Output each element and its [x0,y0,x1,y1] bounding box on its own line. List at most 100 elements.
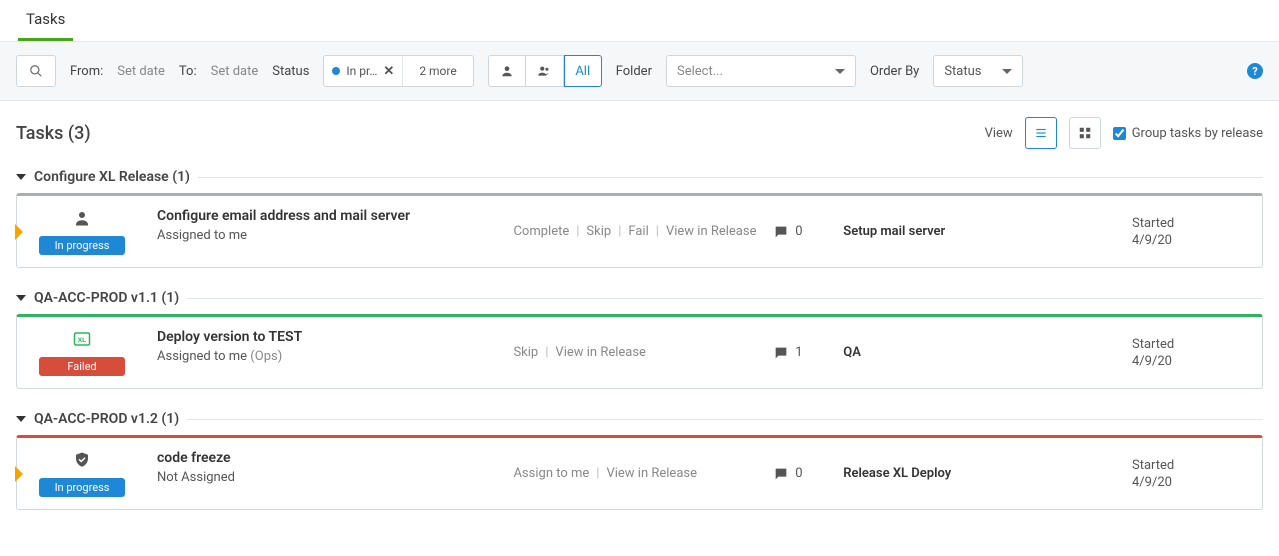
group-by-release-input[interactable] [1113,127,1126,140]
people-icon [536,64,552,78]
orderby-select[interactable]: Status [933,55,1023,87]
task-card[interactable]: In progresscode freezeNot AssignedAssign… [16,435,1263,510]
remove-chip-icon[interactable]: ✕ [383,64,394,79]
status-chip-text: In pr… [346,64,377,78]
person-icon [500,64,514,78]
status-column: XL Failed [17,317,147,388]
task-group: Configure XL Release (1)In progressConfi… [16,169,1263,268]
comments-column[interactable]: 0 [773,196,843,267]
task-title[interactable]: Configure email address and mail server [157,208,503,224]
comment-icon [773,224,789,240]
filter-bar: From: Set date To: Set date Status In pr… [0,42,1279,101]
status-more-chip[interactable]: 2 more [403,64,472,78]
orderby-label: Order By [870,64,919,79]
status-column: In progress [17,196,147,267]
action-fail[interactable]: Fail [628,224,648,239]
comments-column[interactable]: 0 [773,438,843,509]
group-title: Configure XL Release (1) [34,169,190,185]
heading-row: Tasks (3) View Group tasks by release [16,117,1263,149]
divider [198,177,1263,178]
task-card[interactable]: XL Failed Deploy version to TEST Assigned t… [16,314,1263,389]
caret-down-icon [835,69,845,74]
caret-down-icon [1002,69,1012,74]
date-label: Started [1132,337,1262,352]
status-chip-in-progress[interactable]: In pr… ✕ [324,56,403,86]
task-type-icon: XL [72,329,92,349]
from-date-input[interactable]: Set date [117,64,165,79]
view-label: View [985,126,1013,141]
actions-column: Complete|Skip|Fail|View in Release [513,196,773,267]
assigned-text: Assigned to me [157,228,503,243]
assigned-text: Assigned to me (Ops) [157,349,503,364]
action-complete[interactable]: Complete [513,224,569,239]
task-group: QA-ACC-PROD v1.1 (1) XL Failed Deploy versi… [16,290,1263,389]
group-header[interactable]: Configure XL Release (1) [16,169,1263,185]
group-header[interactable]: QA-ACC-PROD v1.2 (1) [16,411,1263,427]
comment-icon [773,466,789,482]
task-group: QA-ACC-PROD v1.2 (1) In progress code free… [16,411,1263,510]
folder-select[interactable]: Select... [666,55,856,87]
list-icon [1034,126,1048,140]
date-label: Started [1132,216,1262,231]
date-value: 4/9/20 [1132,354,1262,369]
tab-tasks[interactable]: Tasks [18,0,73,41]
comment-count: 0 [795,224,802,239]
action-skip[interactable]: Skip [586,224,611,239]
view-list-button[interactable] [1025,117,1057,149]
folder-placeholder: Select... [677,64,723,79]
assignee-all-button[interactable]: All [564,55,602,87]
task-main-column: Configure email address and mail server A… [147,196,513,267]
task-title[interactable]: Deploy version to TEST [157,329,503,345]
date-column: Started4/9/20 [1132,196,1262,267]
action-view-in-release[interactable]: View in Release [666,224,757,239]
assignee-team-button[interactable] [526,55,564,87]
search-icon [29,64,43,78]
assignee-filter-group: All [488,55,602,87]
search-button[interactable] [16,55,56,87]
grid-icon [1078,126,1092,140]
assignee-me-button[interactable] [488,55,526,87]
separator: | [576,224,579,239]
separator: | [596,466,599,481]
task-card[interactable]: In progressConfigure email address and m… [16,193,1263,268]
group-title: QA-ACC-PROD v1.1 (1) [34,290,179,306]
action-assign-to-me[interactable]: Assign to me [513,466,589,481]
comments-column[interactable]: 1 [773,317,843,388]
collapse-caret-icon[interactable] [16,295,26,301]
date-column: Started4/9/20 [1132,438,1262,509]
help-button[interactable]: ? [1247,63,1263,79]
action-skip[interactable]: Skip [513,345,538,360]
flag-icon [15,466,23,482]
task-title[interactable]: code freeze [157,450,503,466]
status-badge: Failed [39,357,125,376]
group-header[interactable]: QA-ACC-PROD v1.1 (1) [16,290,1263,306]
content-area: Tasks (3) View Group tasks by release Co… [0,101,1279,556]
date-column: Started 4/9/20 [1132,317,1262,388]
view-controls: View Group tasks by release [985,117,1263,149]
status-filter-box[interactable]: In pr… ✕ 2 more [323,55,473,87]
separator: | [656,224,659,239]
collapse-caret-icon[interactable] [16,174,26,180]
group-title: QA-ACC-PROD v1.2 (1) [34,411,179,427]
action-view-in-release[interactable]: View in Release [555,345,646,360]
view-grid-button[interactable] [1069,117,1101,149]
page-title: Tasks (3) [16,123,91,144]
task-type-icon [72,450,92,470]
to-date-input[interactable]: Set date [211,64,259,79]
action-view-in-release[interactable]: View in Release [606,466,697,481]
comment-icon [773,345,789,361]
group-by-release-checkbox[interactable]: Group tasks by release [1113,126,1263,141]
actions-column: Skip|View in Release [513,317,773,388]
folder-label: Folder [616,64,652,79]
svg-text:XL: XL [78,337,87,344]
collapse-caret-icon[interactable] [16,416,26,422]
date-label: Started [1132,458,1262,473]
status-label: Status [272,64,309,79]
task-main-column: Deploy version to TEST Assigned to me (Op… [147,317,513,388]
phase-column: Release XL Deploy [843,438,1132,509]
status-column: In progress [17,438,147,509]
comment-count: 1 [795,345,802,360]
flag-icon [15,224,23,240]
orderby-value: Status [944,64,981,79]
divider [187,298,1263,299]
